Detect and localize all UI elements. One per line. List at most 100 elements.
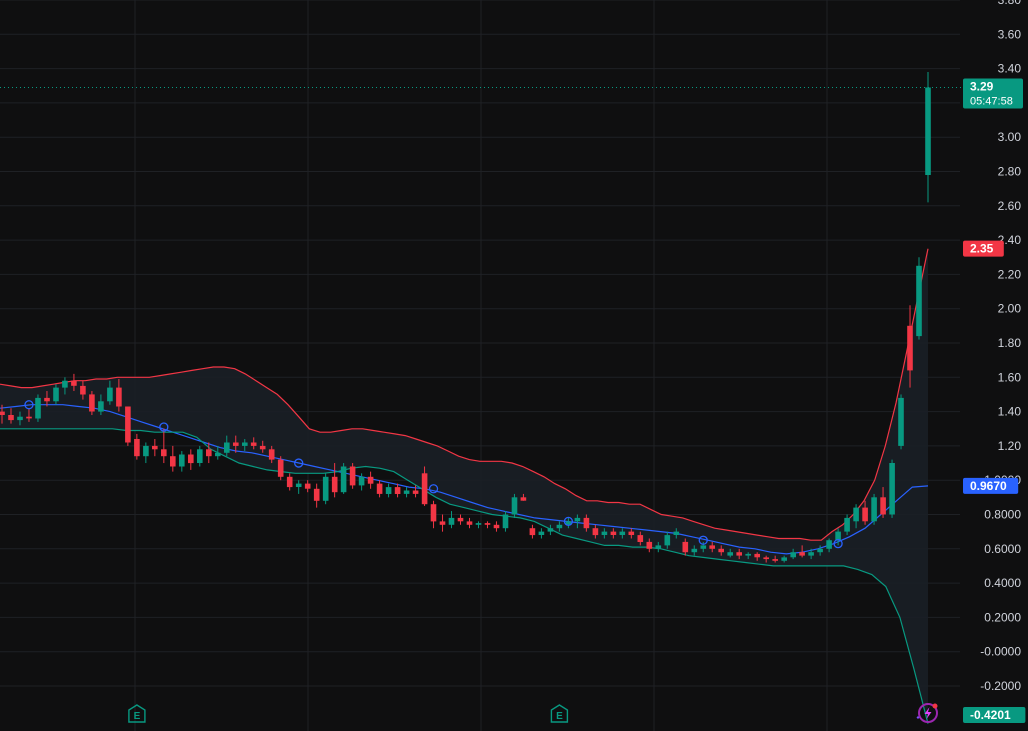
candle-body: [529, 528, 536, 536]
candle[interactable]: [125, 406, 131, 446]
candle-body: [53, 387, 59, 402]
candle-body: [448, 517, 455, 525]
candle-body: [556, 524, 563, 529]
candle-body: [493, 524, 500, 529]
candle[interactable]: [35, 394, 41, 422]
candle-body: [862, 507, 868, 522]
candle-body: [709, 545, 715, 549]
candle-body: [71, 380, 77, 386]
candle[interactable]: [277, 456, 284, 481]
candle-body: [655, 545, 662, 549]
candle-body: [844, 517, 850, 532]
candle-body: [430, 504, 437, 522]
candle[interactable]: [916, 257, 922, 340]
price-tag-bb-basis: 0.9670: [963, 477, 1019, 494]
price-tag-value: 0.9670: [970, 479, 1007, 493]
y-axis-tick-label: 0.4000: [984, 576, 1021, 590]
chart-background: [0, 0, 1028, 731]
candle-body: [826, 540, 832, 549]
candle-body: [215, 452, 221, 457]
y-axis-tick-label: 0.2000: [984, 610, 1021, 624]
candle-body: [439, 521, 446, 525]
candle-body: [268, 449, 275, 460]
candle-body: [313, 488, 320, 501]
candle-body: [880, 497, 886, 515]
candlestick-chart[interactable]: 3.803.603.403.203.002.802.602.402.202.00…: [0, 0, 1028, 731]
candle-body: [781, 557, 787, 561]
y-axis-tick-label: 2.80: [998, 165, 1022, 179]
candle[interactable]: [898, 394, 904, 450]
y-axis-tick-label: 3.00: [998, 130, 1022, 144]
candle[interactable]: [511, 493, 518, 518]
candle[interactable]: [871, 493, 877, 525]
candle-body: [0, 411, 5, 415]
candle-body: [26, 416, 32, 419]
candle-body: [799, 552, 805, 556]
candle-body: [772, 559, 778, 561]
candle-body: [664, 535, 671, 546]
candle-body: [152, 445, 158, 450]
candle-body: [547, 528, 554, 532]
candle-body: [691, 548, 698, 553]
candle-body: [484, 523, 491, 525]
candle-body: [62, 380, 68, 388]
candle-body: [80, 385, 86, 395]
candle-body: [754, 553, 760, 558]
y-axis-tick-label: 3.60: [998, 27, 1022, 41]
candle-body: [610, 531, 617, 535]
price-tag-countdown: 05:47:58: [970, 95, 1013, 107]
candle-body: [304, 483, 311, 489]
candle-body: [889, 463, 895, 515]
candle-body: [242, 442, 248, 446]
candle-body: [170, 456, 176, 467]
price-tag-value: 2.35: [970, 242, 994, 256]
candle-body: [179, 454, 185, 467]
candle-body: [520, 497, 527, 501]
candle-body: [340, 466, 347, 493]
candle-body: [107, 387, 113, 402]
candle-body: [628, 531, 635, 535]
candle-body: [286, 476, 293, 488]
candle-body: [376, 483, 383, 494]
y-axis-tick-label: 3.40: [998, 62, 1022, 76]
candle-body: [511, 497, 518, 515]
candle-body: [673, 531, 680, 535]
candle-body: [790, 552, 796, 558]
candle-body: [35, 397, 41, 419]
candle[interactable]: [349, 463, 356, 489]
candle-body: [331, 476, 338, 493]
price-tag-bb-lower: -0.4201: [963, 707, 1026, 723]
candle[interactable]: [889, 459, 895, 518]
candle-body: [394, 487, 401, 494]
candle-body: [619, 531, 626, 535]
candle-body: [646, 541, 653, 549]
candle-body: [259, 445, 266, 450]
candle-body: [601, 531, 608, 535]
candle-body: [682, 541, 689, 553]
candle[interactable]: [322, 473, 329, 505]
candle-body: [295, 483, 302, 487]
candle-body: [502, 514, 509, 529]
candle-body: [718, 548, 724, 553]
y-axis-tick-label: 1.60: [998, 370, 1022, 384]
y-axis-tick-label: 1.80: [998, 336, 1022, 350]
candle-body: [808, 552, 814, 556]
candle-body: [367, 476, 374, 484]
candle-body: [17, 416, 23, 421]
candle-body: [89, 394, 95, 412]
y-axis-tick-label: 2.60: [998, 199, 1022, 213]
y-axis-tick-label: 1.20: [998, 439, 1022, 453]
candle-body: [574, 517, 581, 522]
candle-body: [143, 445, 149, 457]
candle-body: [206, 449, 212, 457]
y-axis-tick-label: 1.40: [998, 405, 1022, 419]
candle-body: [421, 473, 428, 505]
candle-body: [835, 531, 841, 541]
candle-body: [385, 487, 392, 494]
candle-body: [898, 397, 904, 446]
candle-body: [745, 553, 751, 556]
y-axis-tick-label: 3.80: [998, 0, 1022, 7]
candle[interactable]: [340, 463, 347, 494]
candle[interactable]: [89, 391, 95, 416]
candle-body: [583, 517, 590, 529]
